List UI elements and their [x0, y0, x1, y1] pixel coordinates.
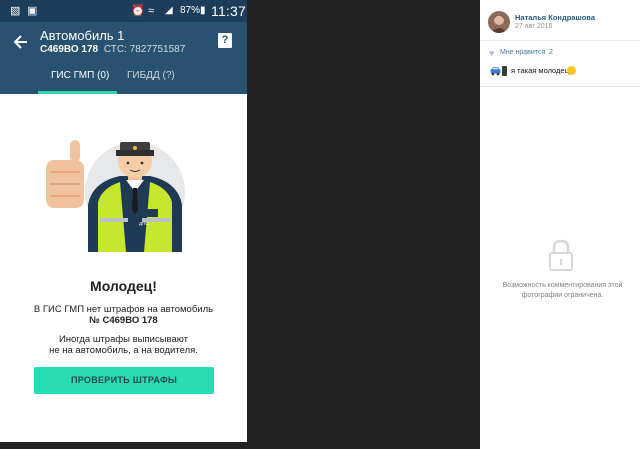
result-title: Молодец! — [90, 278, 157, 294]
app-bar: Автомобиль 1 С469ВО 178 СТС: 7827751587 … — [0, 22, 247, 94]
comments-restricted-note: Возможность комментирования этой фотогра… — [502, 282, 623, 299]
tab-gis-gmp[interactable]: ГИС ГМП (0) — [51, 70, 109, 81]
active-tab-indicator — [38, 91, 117, 94]
smile-emoji-icon — [567, 66, 576, 75]
author-name-link[interactable]: Наталья Кондрашова — [515, 13, 595, 22]
wifi-icon: ≈ — [148, 5, 155, 17]
car-title: Автомобиль 1 — [40, 28, 125, 43]
shield-icon: ▧ — [10, 5, 21, 17]
likes-count[interactable]: 2 — [549, 49, 553, 56]
divider — [480, 86, 640, 87]
sts-number: СТС: 7827751587 — [103, 44, 186, 55]
clock: 11:37 — [211, 3, 246, 19]
post-date: 27 авг 2016 — [515, 23, 553, 30]
avatar[interactable] — [488, 11, 510, 33]
phone-emoji-icon — [502, 66, 507, 76]
heart-icon[interactable]: ♥ — [489, 48, 494, 58]
result-message: В ГИС ГМП нет штрафов на автомобиль — [33, 304, 214, 315]
likes-label[interactable]: Мне нравится — [500, 49, 545, 56]
check-fines-button[interactable]: ПРОВЕРИТЬ ШТРАФЫ — [34, 367, 214, 394]
alarm-icon: ⏰ — [131, 5, 145, 17]
car-details: С469ВО 178 СТС: 7827751587 — [40, 44, 185, 55]
signal-icon: ◢ — [165, 5, 173, 16]
help-icon[interactable]: ? — [218, 33, 232, 48]
dps-badge: ДПС — [139, 221, 149, 226]
lock-icon — [549, 239, 573, 271]
photo-icon: ▣ — [27, 5, 38, 17]
police-officer-thumbs-up-illustration — [46, 140, 185, 252]
battery-percent: 87% — [180, 5, 201, 16]
result-plate: № С469ВО 178 — [89, 315, 158, 326]
tab-gibdd[interactable]: ГИБДД (?) — [127, 70, 175, 81]
divider — [480, 40, 640, 41]
back-arrow-icon[interactable] — [11, 32, 31, 52]
photo-post-panel: Наталья Кондрашова 27 авг 2016 ♥ Мне нра… — [480, 0, 640, 449]
result-hint: Иногда штрафы выписывают — [58, 334, 189, 345]
phone-screenshot: ▧ ▣ ⏰ ≈ ◢ 87% ▮ 11:37 Автомобиль 1 С469В… — [0, 0, 247, 442]
plate-number: С469ВО 178 — [40, 44, 99, 55]
result-hint-2: не на автомобиль, а на водителя. — [49, 345, 198, 356]
car-emoji-icon — [490, 67, 501, 76]
status-bar: ▧ ▣ ⏰ ≈ ◢ 87% ▮ 11:37 — [0, 0, 247, 22]
photo-caption: я такая молодец — [511, 66, 569, 75]
battery-icon: ▮ — [200, 5, 206, 16]
